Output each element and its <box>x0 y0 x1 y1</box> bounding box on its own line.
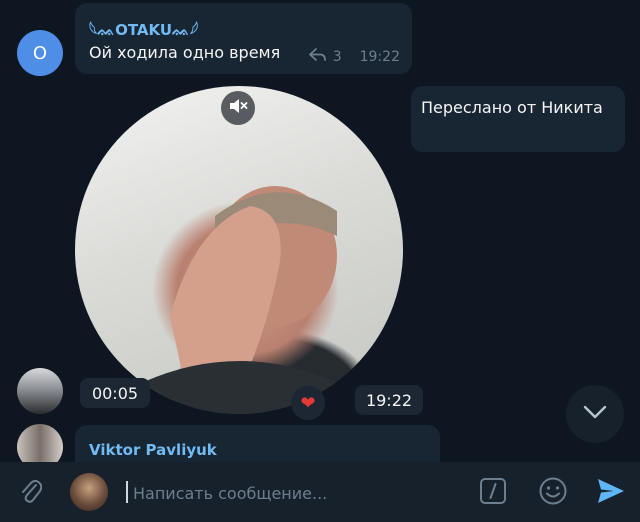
heart-icon: ❤ <box>300 392 316 414</box>
forward-notice[interactable]: Переслано от Никита <box>411 86 625 152</box>
message-bubble[interactable]: 𓆩ᨐOTAKUᨐ𓆪 Ой ходила одно время 3 19:22 <box>75 3 412 74</box>
replies-count[interactable]: 3 <box>333 49 342 65</box>
forward-notice-text: Переслано от Никита <box>421 98 603 117</box>
video-time: 19:22 <box>355 385 423 415</box>
chevron-down-icon <box>582 404 608 424</box>
message-composer <box>0 462 640 522</box>
paperclip-icon <box>20 477 43 509</box>
avatar-letter: O <box>32 42 48 64</box>
sender-name[interactable]: 𓆩ᨐOTAKUᨐ𓆪 <box>89 15 198 40</box>
reply-icon[interactable] <box>308 48 327 66</box>
scroll-to-bottom-button[interactable] <box>566 385 624 443</box>
video-frame <box>125 186 355 414</box>
attach-button[interactable] <box>14 476 48 510</box>
round-video-message[interactable] <box>75 86 403 414</box>
emoji-button[interactable] <box>536 476 570 510</box>
speaker-muted-icon <box>228 97 248 119</box>
text-caret <box>126 481 128 503</box>
video-duration: 00:05 <box>80 378 150 408</box>
message-input[interactable] <box>131 478 465 508</box>
message-text: Ой ходила одно время <box>89 43 281 62</box>
heart-reaction[interactable]: ❤ <box>291 386 325 420</box>
send-as-avatar[interactable] <box>70 473 108 511</box>
message-meta: 3 19:22 <box>308 48 400 66</box>
message-time: 19:22 <box>359 49 400 65</box>
mute-toggle-button[interactable] <box>221 91 255 125</box>
sender-avatar[interactable]: O <box>17 30 63 76</box>
sender-name[interactable]: Viktor Pavliyuk <box>89 441 217 459</box>
send-icon <box>596 477 626 509</box>
emoji-icon <box>538 476 568 510</box>
send-button[interactable] <box>594 476 628 510</box>
bot-commands-button[interactable] <box>478 478 508 508</box>
sender-avatar-photo[interactable] <box>17 368 63 414</box>
slash-command-icon <box>479 477 507 509</box>
